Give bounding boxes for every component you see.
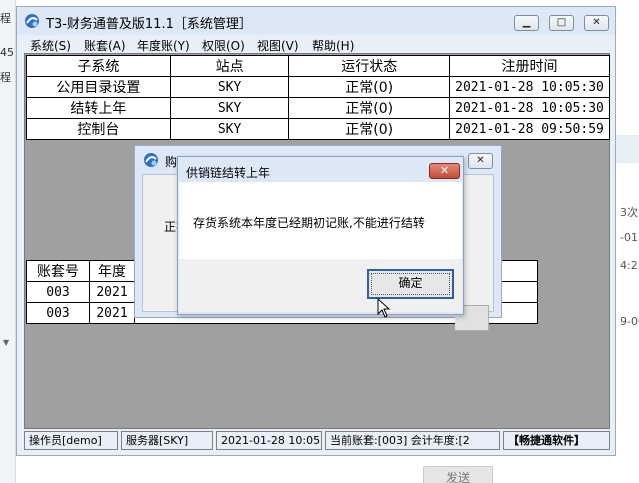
- column-header: 账套号: [26, 260, 90, 282]
- table-cell: 结转上年: [26, 97, 171, 119]
- background-right-text: -01: [620, 231, 638, 244]
- table-header-row: 子系统 站点 运行状态 注册时间: [26, 55, 610, 77]
- subsystem-table: 子系统 站点 运行状态 注册时间 公用目录设置 SKY 正常(0) 2021-0…: [26, 55, 610, 140]
- close-button[interactable]: ✕: [429, 163, 460, 179]
- title-bar[interactable]: T3-财务通普及版11.1［系统管理］ ▁ □ ✕: [17, 7, 615, 35]
- status-operator: 操作员[demo]: [24, 431, 118, 450]
- status-vendor: 【畅捷通软件】: [503, 431, 610, 450]
- table-cell: 2021-01-28 10:05:30: [449, 76, 610, 98]
- menu-help[interactable]: 帮助(H): [312, 37, 354, 54]
- column-header: 运行状态: [288, 55, 450, 77]
- table-cell: 正常(0): [288, 118, 450, 140]
- table-cell: SKY: [169, 76, 290, 98]
- app-logo-icon: [144, 153, 158, 167]
- column-header: 注册时间: [449, 55, 610, 77]
- table-cell: 003: [26, 302, 90, 324]
- app-logo-icon: [25, 14, 39, 28]
- menu-system[interactable]: 系统(S): [30, 37, 71, 54]
- ok-button-label: 确定: [398, 276, 423, 290]
- table-cell: 正常(0): [288, 76, 450, 98]
- minimize-button[interactable]: ▁: [514, 15, 539, 31]
- table-cell: 公用目录设置: [26, 76, 171, 98]
- status-current-account: 当前账套:[003] 会计年度:[2: [325, 431, 500, 450]
- menu-annual-account[interactable]: 年度账(Y): [137, 37, 190, 54]
- dialog-title: 购: [165, 155, 178, 169]
- background-right-text: 4:23: [620, 259, 639, 272]
- dialog-message: 存货系统本年度已经期初记账,不能进行结转: [193, 216, 425, 230]
- menu-view[interactable]: 视图(V): [257, 37, 299, 54]
- column-header: 年度: [89, 260, 135, 282]
- background-right-text: 3次: [620, 206, 638, 219]
- column-header: 站点: [169, 55, 290, 77]
- menu-bar: 系统(S) 账套(A) 年度账(Y) 权限(O) 视图(V) 帮助(H): [17, 35, 615, 55]
- table-cell: 控制台: [26, 118, 171, 140]
- window-title: T3-财务通普及版11.1［系统管理］: [46, 17, 252, 32]
- table-cell: SKY: [169, 118, 290, 140]
- background-left-text: 45: [0, 46, 14, 59]
- table-cell: SKY: [169, 97, 290, 119]
- table-cell: 2021: [89, 302, 135, 324]
- close-button[interactable]: ✕: [584, 15, 609, 31]
- dialog-title: 供销链结转上年: [186, 166, 271, 180]
- mouse-cursor-icon: [377, 298, 391, 318]
- background-right-text: 9-00: [620, 315, 639, 328]
- send-button[interactable]: 发送: [423, 466, 493, 483]
- table-row[interactable]: 结转上年 SKY 正常(0) 2021-01-28 10:05:30: [26, 97, 610, 119]
- table-cell: 正常(0): [288, 97, 450, 119]
- maximize-button[interactable]: □: [549, 15, 574, 31]
- status-datetime: 2021-01-28 10:05: [216, 431, 322, 450]
- status-server: 服务器[SKY]: [121, 431, 213, 450]
- menu-account[interactable]: 账套(A): [84, 37, 126, 54]
- menu-permission[interactable]: 权限(O): [202, 37, 245, 54]
- column-header: 子系统: [26, 55, 171, 77]
- table-row[interactable]: 公用目录设置 SKY 正常(0) 2021-01-28 10:05:30: [26, 76, 610, 98]
- alert-dialog: 供销链结转上年 ✕ 存货系统本年度已经期初记账,不能进行结转 确定: [177, 156, 464, 315]
- background-left-text: 程: [0, 12, 11, 25]
- dropdown-arrow-icon: ▼: [3, 338, 10, 347]
- table-row[interactable]: 控制台 SKY 正常(0) 2021-01-28 09:50:59: [26, 118, 610, 140]
- table-cell: 003: [26, 281, 90, 303]
- background-left-panel: 程 45 程 ▼: [0, 0, 16, 483]
- table-cell: 2021: [89, 281, 135, 303]
- table-cell: 2021-01-28 09:50:59: [449, 118, 610, 140]
- dialog-message-area: 存货系统本年度已经期初记账,不能进行结转: [179, 182, 462, 259]
- background-left-text: 程: [0, 71, 11, 84]
- ok-button[interactable]: 确定: [367, 269, 454, 299]
- table-cell: 2021-01-28 10:05:30: [449, 97, 610, 119]
- close-button[interactable]: ✕: [468, 153, 493, 169]
- status-bar: 操作员[demo] 服务器[SKY] 2021-01-28 10:05 当前账套…: [24, 431, 610, 450]
